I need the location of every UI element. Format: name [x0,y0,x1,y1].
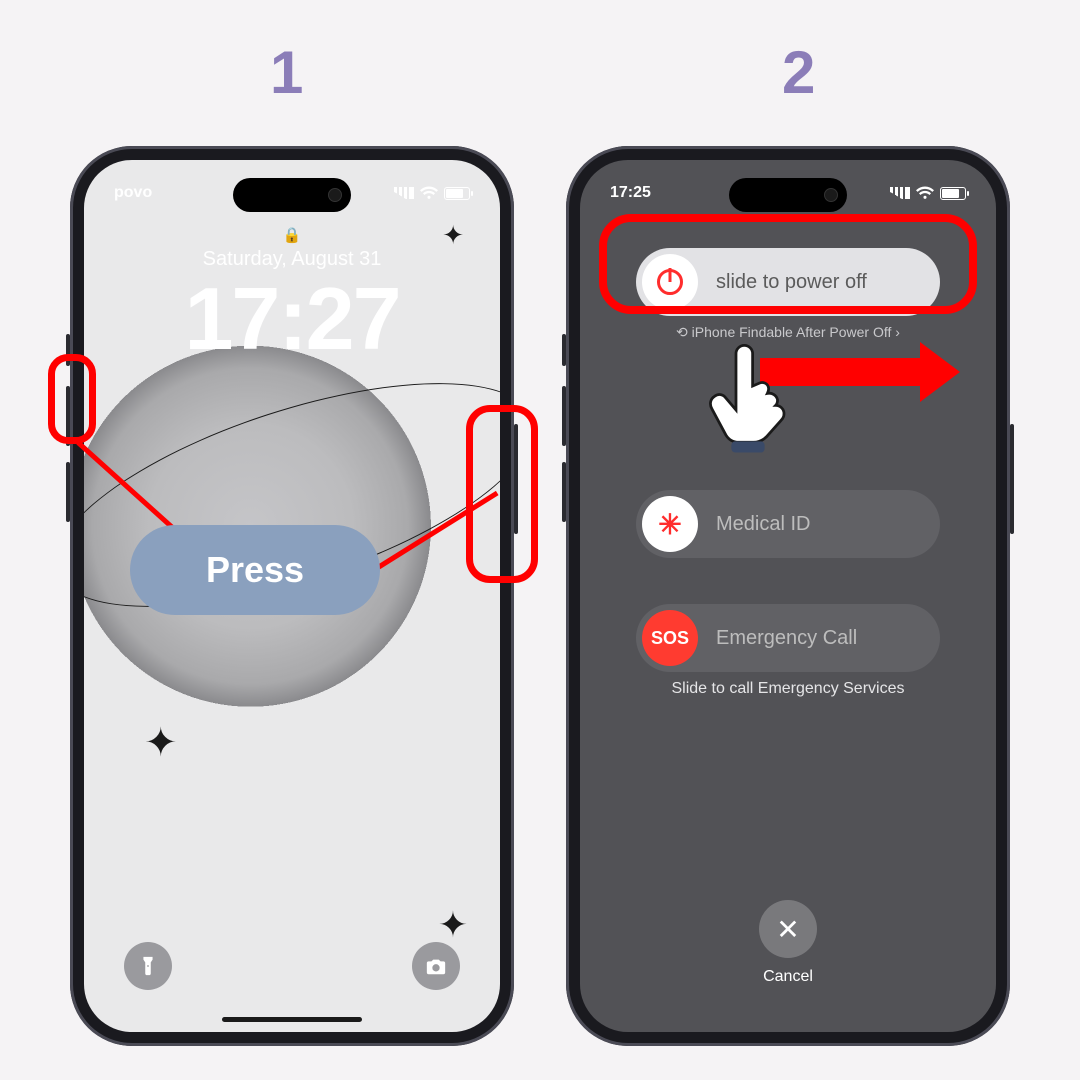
pointing-hand-icon [700,338,796,458]
cancel-label: Cancel [580,968,996,986]
volume-up-button[interactable] [562,386,566,446]
cellular-signal-icon [890,187,910,199]
home-indicator[interactable] [222,1017,362,1022]
status-bar: povo [84,184,500,202]
side-button-highlight [466,405,538,583]
cancel-button[interactable]: ✕ [759,900,817,958]
emergency-sos-slider[interactable]: SOS Emergency Call [636,604,940,672]
status-bar: 17:25 [580,184,996,202]
sos-knob[interactable]: SOS [642,610,698,666]
status-time: 17:25 [610,184,651,202]
wifi-icon [420,186,438,200]
step-number-2: 2 [782,38,815,107]
flashlight-icon [137,955,159,977]
press-annotation: Press [130,525,380,615]
sparkle-icon: ✦ [442,220,464,251]
wifi-icon [916,186,934,200]
volume-button-highlight [48,354,96,444]
side-button[interactable] [1010,424,1014,534]
medical-id-slider[interactable]: ✳ Medical ID [636,490,940,558]
camera-button[interactable] [412,942,460,990]
cellular-signal-icon [394,187,414,199]
sparkle-icon: ✦ [144,720,178,766]
lockscreen-time: 17:27 [84,268,500,370]
battery-icon [940,187,966,200]
camera-icon [425,955,447,977]
close-icon: ✕ [776,913,799,946]
step-number-1: 1 [270,38,303,107]
volume-down-button[interactable] [562,462,566,522]
sparkle-icon: ✦ [438,904,468,946]
lock-icon: 🔒 [283,226,302,244]
power-slider-highlight [599,214,977,314]
battery-icon [444,187,470,200]
flashlight-button[interactable] [124,942,172,990]
carrier-label: povo [114,184,152,202]
emergency-call-label: Emergency Call [716,627,857,650]
medical-id-knob[interactable]: ✳ [642,496,698,552]
emergency-hint: Slide to call Emergency Services [580,680,996,698]
mute-switch[interactable] [562,334,566,366]
volume-down-button[interactable] [66,462,70,522]
medical-id-label: Medical ID [716,513,810,536]
